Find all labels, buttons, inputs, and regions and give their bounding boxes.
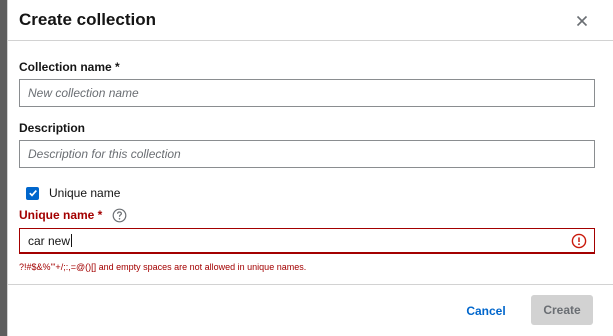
description-label: Description [19,121,86,135]
dialog-footer: Cancel Create [8,284,613,336]
unique-name-label-row: Unique name * [19,207,127,223]
close-icon [576,15,588,27]
create-button[interactable]: Create [531,295,593,325]
description-input[interactable] [19,140,595,168]
cancel-button[interactable]: Cancel [457,299,515,323]
unique-name-checkbox-label: Unique name [49,186,121,200]
unique-name-input[interactable]: car new [19,228,595,254]
collection-name-input[interactable] [19,79,595,107]
exclamation-circle-icon [571,233,587,249]
unique-name-error-text: ?!#$&%'"+/;:,=@()[] and empty spaces are… [19,262,307,272]
collection-name-label: Collection name * [19,60,120,74]
unique-name-label: Unique name * [19,208,103,222]
dialog-title: Create collection [19,10,156,29]
close-button[interactable] [571,10,593,32]
question-circle-icon[interactable] [112,208,127,223]
unique-name-checkbox-row[interactable]: Unique name [26,185,120,201]
unique-name-value: car new [28,233,71,248]
unique-name-checkbox[interactable] [26,186,39,200]
dialog-header: Create collection [8,0,613,41]
checkmark-icon [28,190,37,197]
create-collection-dialog: Create collection Collection name * Desc… [7,0,613,336]
text-caret [71,234,73,247]
